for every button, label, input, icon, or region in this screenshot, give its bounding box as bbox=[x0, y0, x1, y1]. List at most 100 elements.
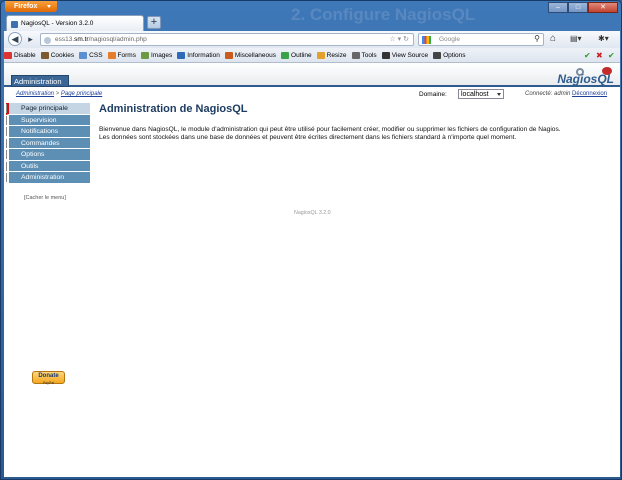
devtool-miscellaneous[interactable]: Miscellaneous bbox=[224, 52, 277, 59]
devtool-css[interactable]: CSS bbox=[79, 52, 103, 59]
css-icon bbox=[79, 52, 88, 59]
devtool-label: Tools bbox=[361, 52, 377, 59]
domain-select[interactable]: localhost bbox=[458, 89, 504, 99]
main-content: Administration de NagiosQL Bienvenue dan… bbox=[99, 103, 609, 142]
devtool-images[interactable]: Images bbox=[140, 52, 173, 59]
breadcrumb-current-link[interactable]: Page principale bbox=[61, 91, 102, 97]
devtool-resize[interactable]: Resize bbox=[316, 52, 347, 59]
search-placeholder: Google bbox=[439, 36, 460, 43]
devtool-information[interactable]: Information bbox=[177, 52, 220, 59]
chevron-down-icon bbox=[497, 93, 501, 98]
domain-value: localhost bbox=[461, 91, 489, 98]
validation-error-icon: ✖ bbox=[596, 51, 603, 60]
devtool-label: Disable bbox=[14, 52, 36, 59]
donate-button[interactable]: Donate PayPal bbox=[32, 371, 65, 385]
breadcrumb-root-link[interactable]: Administration bbox=[16, 91, 54, 97]
title-bar: Firefox 2. Configure NagiosQL – □ ✕ bbox=[1, 1, 621, 24]
devtool-label: Images bbox=[150, 52, 173, 59]
validation-ok-icon: ✔ bbox=[584, 51, 591, 60]
site-identity-icon bbox=[44, 37, 51, 44]
storage-paragraph: Les données sont stockées dans une base … bbox=[99, 134, 517, 141]
hide-menu-link[interactable]: [Cacher le menu] bbox=[24, 195, 66, 201]
home-icon[interactable]: ⌂ bbox=[550, 33, 556, 44]
sidebar-item-administration[interactable]: Administration bbox=[6, 172, 90, 184]
web-developer-toolbar: Disable Cookies CSS Forms Images Information M… bbox=[4, 48, 620, 63]
firefox-menu-button[interactable]: Firefox bbox=[5, 1, 57, 12]
breadcrumb-separator: > bbox=[54, 91, 61, 97]
breadcrumb: Administration > Page principale bbox=[16, 91, 102, 97]
url-prefix: ess13. bbox=[55, 36, 75, 43]
page-content: Administration NagiosQL Administration >… bbox=[4, 63, 620, 477]
domain-label: Domaine: bbox=[419, 91, 447, 98]
sidebar-item-notifications[interactable]: Notifications bbox=[6, 126, 90, 138]
administration-tab[interactable]: Administration bbox=[11, 75, 69, 87]
donate-label: Donate bbox=[38, 373, 59, 379]
browser-window: Firefox 2. Configure NagiosQL – □ ✕ Nagi… bbox=[0, 0, 622, 480]
logo-text: NagiosQL bbox=[557, 72, 614, 86]
tab-title: NagiosQL - Version 3.2.0 bbox=[21, 20, 94, 27]
validation-ok-icon-2: ✔ bbox=[608, 51, 615, 60]
devtool-cookies[interactable]: Cookies bbox=[40, 52, 75, 59]
forward-button[interactable]: ▸ bbox=[24, 33, 37, 46]
url-path: /nagiosql/admin.php bbox=[88, 36, 147, 43]
url-bar[interactable]: ess13.sm.tr/nagiosql/admin.php ☆ ▾ ↻ bbox=[40, 33, 414, 46]
connected-label: Connecté: admin bbox=[525, 91, 571, 97]
devtool-label: Information bbox=[187, 52, 220, 59]
nagiosql-logo: NagiosQL bbox=[544, 67, 614, 87]
information-icon bbox=[177, 52, 186, 59]
devtool-disable[interactable]: Disable bbox=[4, 52, 36, 59]
devtool-label: Resize bbox=[326, 52, 347, 59]
addon-icon[interactable]: ✱▾ bbox=[598, 34, 609, 43]
sidebar-item-options[interactable]: Options bbox=[6, 149, 90, 161]
logout-link[interactable]: Déconnexion bbox=[572, 91, 607, 97]
reload-icon[interactable]: ☆ ▾ ↻ bbox=[389, 35, 409, 43]
devtool-label: View Source bbox=[391, 52, 429, 59]
google-icon bbox=[422, 36, 431, 44]
search-icon[interactable]: ⚲ bbox=[534, 34, 540, 43]
tools-icon bbox=[351, 52, 360, 59]
devtool-forms[interactable]: Forms bbox=[107, 52, 136, 59]
minimize-button[interactable]: – bbox=[548, 2, 568, 13]
devtool-label: Miscellaneous bbox=[234, 52, 277, 59]
images-icon bbox=[140, 52, 149, 59]
devtool-label: Forms bbox=[117, 52, 136, 59]
app-header: Administration NagiosQL bbox=[4, 63, 620, 87]
search-input[interactable]: Google ⚲ bbox=[418, 33, 544, 46]
breadcrumb-row: Administration > Page principale Domaine… bbox=[4, 89, 620, 101]
web-developer-items: Disable Cookies CSS Forms Images Information M… bbox=[4, 52, 470, 59]
firefox-label: Firefox bbox=[14, 3, 38, 10]
forms-icon bbox=[107, 52, 116, 59]
devtool-label: Options bbox=[443, 52, 466, 59]
outline-icon bbox=[281, 52, 290, 59]
sidebar-menu: Page principale Supervision Notifications C… bbox=[6, 103, 90, 184]
navigation-bar: ◀ ▸ ess13.sm.tr/nagiosql/admin.php ☆ ▾ ↻… bbox=[4, 31, 620, 48]
favicon-icon bbox=[11, 21, 18, 28]
view-source-icon bbox=[381, 52, 390, 59]
window-controls: – □ ✕ bbox=[548, 2, 618, 13]
sidebar-item-supervision[interactable]: Supervision bbox=[6, 114, 90, 126]
maximize-button[interactable]: □ bbox=[568, 2, 588, 13]
options-icon bbox=[433, 52, 442, 59]
connected-user: Connecté: admin Déconnexion bbox=[525, 91, 607, 97]
devtool-view-source[interactable]: View Source bbox=[381, 52, 429, 59]
devtool-tools[interactable]: Tools bbox=[351, 52, 377, 59]
devtool-outline[interactable]: Outline bbox=[281, 52, 312, 59]
bookmarks-icon[interactable]: ▤▾ bbox=[570, 34, 582, 43]
tab-nagiosql[interactable]: NagiosQL - Version 3.2.0 bbox=[6, 15, 144, 31]
url-host: sm.tr bbox=[74, 36, 89, 43]
tab-bar: NagiosQL - Version 3.2.0 + bbox=[4, 14, 620, 31]
devtool-label: CSS bbox=[89, 52, 103, 59]
sidebar-item-page-principale[interactable]: Page principale bbox=[6, 103, 90, 115]
disable-icon bbox=[4, 52, 12, 59]
back-button[interactable]: ◀ bbox=[8, 32, 22, 46]
devtool-options[interactable]: Options bbox=[433, 52, 465, 59]
new-tab-button[interactable]: + bbox=[147, 16, 161, 29]
chevron-down-icon bbox=[47, 5, 51, 10]
welcome-paragraph: Bienvenue dans NagiosQL, le module d'adm… bbox=[99, 126, 561, 133]
page-title: Administration de NagiosQL bbox=[99, 103, 248, 115]
sidebar-item-commandes[interactable]: Commandes bbox=[6, 137, 90, 149]
devtool-label: Cookies bbox=[50, 52, 75, 59]
cookies-icon bbox=[40, 52, 49, 59]
close-window-button[interactable]: ✕ bbox=[588, 2, 618, 13]
sidebar-item-outils[interactable]: Outils bbox=[6, 160, 90, 172]
